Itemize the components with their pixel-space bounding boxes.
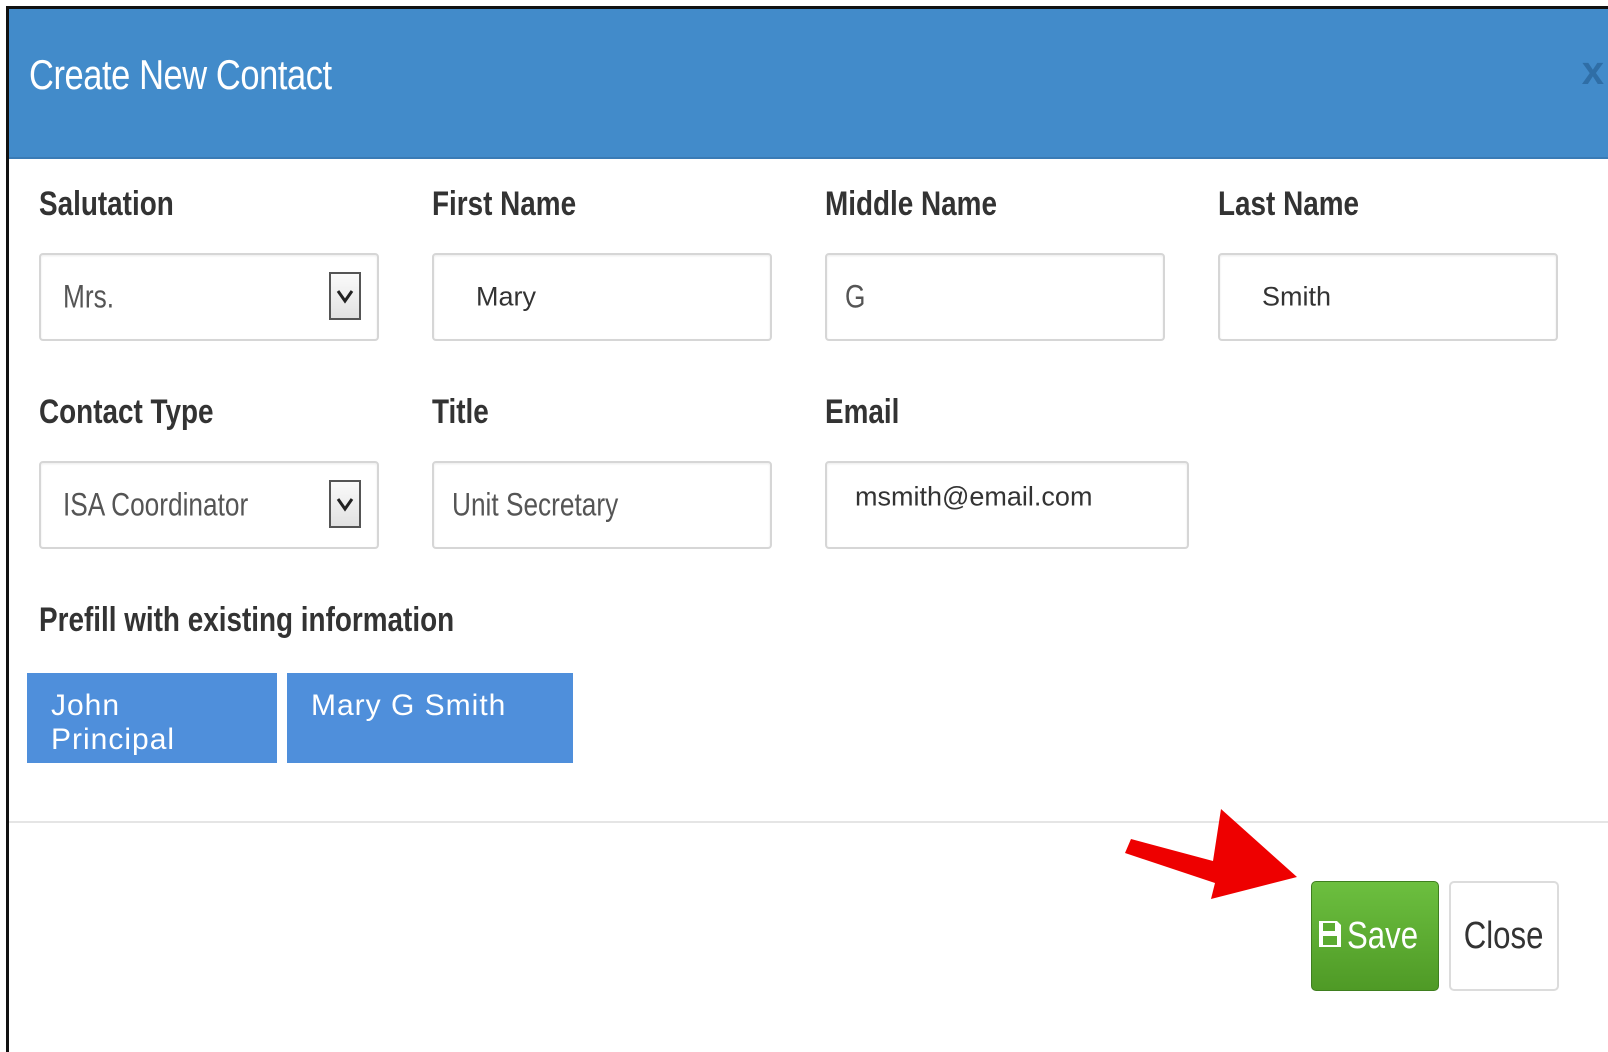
- save-button[interactable]: Save: [1311, 881, 1439, 991]
- last-name-input[interactable]: Smith: [1218, 253, 1558, 341]
- contact-type-label: Contact Type: [39, 393, 214, 431]
- close-label: Close: [1464, 914, 1544, 957]
- first-name-value: Mary: [476, 281, 536, 312]
- contact-type-value: ISA Coordinator: [63, 486, 249, 523]
- title-value: Unit Secretary: [452, 486, 619, 523]
- first-name-label: First Name: [432, 185, 577, 223]
- email-label: Email: [825, 393, 900, 431]
- chevron-down-icon[interactable]: [329, 272, 361, 320]
- chevron-down-icon[interactable]: [329, 480, 361, 528]
- middle-name-input[interactable]: G: [825, 253, 1165, 341]
- footer-divider: [9, 821, 1608, 823]
- prefill-label: Prefill with existing information: [39, 601, 455, 639]
- contact-type-select[interactable]: ISA Coordinator: [39, 461, 379, 549]
- last-name-value: Smith: [1262, 281, 1332, 312]
- email-value: msmith@email.com: [855, 481, 1093, 512]
- save-label: Save: [1346, 914, 1418, 957]
- red-arrow-icon: [1125, 809, 1297, 899]
- modal-close-icon[interactable]: x: [1582, 49, 1604, 94]
- close-button[interactable]: Close: [1449, 881, 1559, 991]
- salutation-value: Mrs.: [63, 278, 115, 315]
- floppy-disk-icon: [1317, 919, 1343, 954]
- create-contact-modal: Create New Contact x Salutation Mrs. Fir…: [6, 6, 1608, 1052]
- title-input[interactable]: Unit Secretary: [432, 461, 772, 549]
- salutation-select[interactable]: Mrs.: [39, 253, 379, 341]
- last-name-label: Last Name: [1218, 185, 1360, 223]
- title-label: Title: [432, 393, 489, 431]
- middle-name-label: Middle Name: [825, 185, 997, 223]
- salutation-label: Salutation: [39, 185, 174, 223]
- prefill-mary-g-smith-button[interactable]: Mary G Smith: [287, 673, 573, 763]
- prefill-john-principal-button[interactable]: John Principal: [27, 673, 277, 763]
- modal-header: Create New Contact x: [9, 9, 1608, 159]
- modal-title: Create New Contact: [29, 51, 332, 98]
- email-input[interactable]: msmith@email.com: [825, 461, 1189, 549]
- first-name-input[interactable]: Mary: [432, 253, 772, 341]
- middle-name-value: G: [845, 278, 866, 315]
